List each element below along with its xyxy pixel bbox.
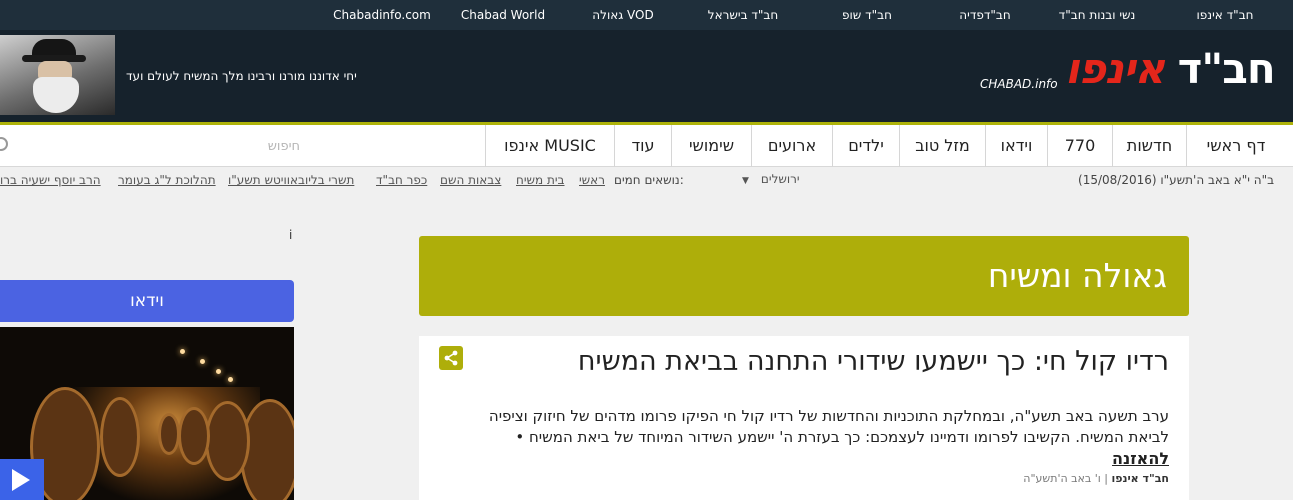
logo-text-chabad: חב"ד — [1164, 44, 1276, 93]
site-logo[interactable]: חב"ד אינפו — [1065, 44, 1276, 93]
chevron-down-icon: ▼ — [742, 176, 749, 186]
info-mark: i — [289, 228, 293, 242]
article-excerpt: ערב תשעה באב תשע"ה, ובמחלקת התוכניות והח… — [469, 406, 1169, 470]
share-button[interactable] — [439, 346, 463, 370]
article-excerpt-text: ערב תשעה באב תשע"ה, ובמחלקת התוכניות והח… — [488, 407, 1169, 446]
city-select[interactable]: ▼ ירושלים — [742, 172, 800, 186]
nav-item-more[interactable]: עוד — [614, 125, 671, 167]
play-button[interactable] — [0, 459, 44, 500]
hebrew-date: ב"ה י"א באב ה'תשע"ו (15/08/2016) — [1078, 173, 1275, 187]
hot-topic-link[interactable]: כפר חב"ד — [376, 173, 427, 187]
hot-topic-link[interactable]: תשרי בליובאוויטש תשע"ו — [228, 173, 354, 187]
nav-item-mazal-tov[interactable]: מזל טוב — [899, 125, 985, 167]
main-nav: דף ראשי חדשות 770 וידאו מזל טוב ילדים אר… — [0, 122, 1293, 167]
top-nav-item-shop[interactable]: חב"ד שופ — [842, 8, 892, 22]
top-nav-item-geula-vod[interactable]: גאולה VOD — [592, 8, 653, 22]
hot-topics-label: נושאים חמים: — [614, 173, 684, 187]
nav-item-news[interactable]: חדשות — [1112, 125, 1186, 167]
nav-item-770[interactable]: 770 — [1047, 125, 1112, 167]
article-date: ו' באב ה'תשע"ה — [1023, 472, 1101, 485]
hot-topic-link[interactable]: צבאות השם — [440, 173, 501, 187]
hot-topic-link[interactable]: הרב יוסף ישעיה ברו — [0, 173, 101, 187]
search-box — [0, 125, 485, 167]
category-banner: גאולה ומשיח — [419, 236, 1189, 316]
share-icon — [444, 350, 458, 366]
article-title[interactable]: רדיו קול חי: כך יישמעו שידורי התחנה בביא… — [578, 346, 1169, 377]
logo-subtitle: CHABAD.info — [980, 77, 1058, 91]
hot-topic-link[interactable]: ראשי — [579, 173, 605, 187]
article-card: רדיו קול חי: כך יישמעו שידורי התחנה בביא… — [419, 336, 1189, 500]
hot-topic-link[interactable]: תהלוכת ל"ג בעומר — [118, 173, 216, 187]
city-select-value: ירושלים — [760, 172, 800, 186]
listen-link[interactable]: להאזנה — [1112, 449, 1169, 468]
play-icon — [12, 469, 30, 491]
nav-item-events[interactable]: ארועים — [751, 125, 832, 167]
top-nav: חב"ד אינפו נשי ובנות חב"ד חב"דפדיה חב"ד … — [0, 0, 1293, 30]
search-icon[interactable] — [0, 137, 8, 151]
article-meta: חב"ד אינפו | ו' באב ה'תשע"ה — [1023, 472, 1169, 485]
nav-item-home[interactable]: דף ראשי — [1186, 125, 1285, 167]
site-header: יחי אדוננו מורנו ורבינו מלך המשיח לעולם … — [0, 30, 1293, 122]
category-title: גאולה ומשיח — [987, 256, 1167, 295]
search-input[interactable] — [10, 131, 300, 161]
rebbe-portrait-image — [0, 35, 115, 115]
top-nav-item-chabad-world[interactable]: Chabad World — [461, 8, 545, 22]
sub-bar: ב"ה י"א באב ה'תשע"ו (15/08/2016) ▼ ירושלי… — [0, 167, 1293, 195]
logo-text-info: אינפו — [1065, 44, 1165, 93]
article-source: חב"ד אינפו — [1111, 472, 1169, 485]
video-thumbnail[interactable] — [0, 327, 294, 500]
header-slogan: יחי אדוננו מורנו ורבינו מלך המשיח לעולם … — [126, 69, 357, 83]
top-nav-item-women[interactable]: נשי ובנות חב"ד — [1059, 8, 1136, 22]
nav-item-music[interactable]: אינפו MUSIC — [485, 125, 614, 167]
nav-item-kids[interactable]: ילדים — [832, 125, 899, 167]
top-nav-item-chabadinfo-com[interactable]: Chabadinfo.com — [333, 8, 431, 22]
video-section-button[interactable]: וידאו — [0, 280, 294, 322]
top-nav-item-israel[interactable]: חב"ד בישראל — [708, 8, 778, 22]
top-nav-item-chabad-info[interactable]: חב"ד אינפו — [1197, 8, 1254, 22]
nav-item-useful[interactable]: שימושי — [671, 125, 751, 167]
top-nav-item-chabadpedia[interactable]: חב"דפדיה — [959, 8, 1010, 22]
hot-topic-link[interactable]: בית משיח — [516, 173, 565, 187]
nav-item-video[interactable]: וידאו — [985, 125, 1047, 167]
